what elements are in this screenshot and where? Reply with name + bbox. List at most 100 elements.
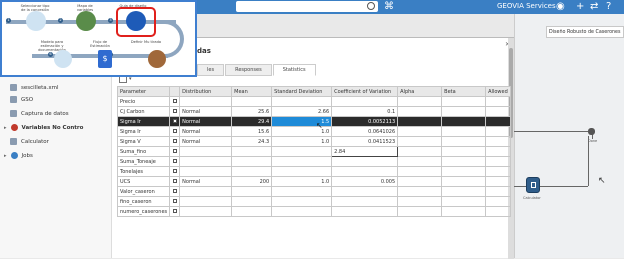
compass-icon[interactable]: ◉ xyxy=(556,0,565,14)
nav-item-gso[interactable]: GSO xyxy=(10,96,33,103)
step-number-badge[interactable]: 3 xyxy=(108,18,113,23)
distribution-cell[interactable] xyxy=(179,96,233,107)
row-checkbox[interactable] xyxy=(172,159,177,163)
cv-cell[interactable]: 0.0411523 xyxy=(331,136,399,147)
calculator-icon xyxy=(531,182,536,188)
param-cell[interactable]: Sigma Ir xyxy=(116,116,171,127)
row-checkbox[interactable] xyxy=(172,169,177,173)
step-number-badge[interactable]: 1 xyxy=(6,18,11,23)
column-header[interactable]: Distribution xyxy=(179,86,233,97)
search-input[interactable] xyxy=(236,1,378,12)
column-header[interactable]: Mean xyxy=(231,86,273,97)
table-row[interactable]: numero_caserones xyxy=(116,206,511,217)
row-checkbox[interactable] xyxy=(172,209,177,213)
param-cell[interactable]: UCS xyxy=(116,176,171,187)
add-icon[interactable]: + xyxy=(576,0,584,14)
param-cell[interactable]: fino_caseron xyxy=(116,196,171,207)
row-checkbox[interactable] xyxy=(172,129,177,133)
column-header[interactable] xyxy=(169,86,181,97)
end-node[interactable] xyxy=(588,128,595,135)
mean-cell[interactable] xyxy=(231,96,273,107)
mean-cell[interactable]: 29.4 xyxy=(231,116,273,127)
param-cell[interactable]: Sigma Ir xyxy=(116,126,171,137)
column-header[interactable]: Parameter xyxy=(116,86,171,97)
table-row[interactable]: Cj Carbon Normal 25.6 2.66 0.1 xyxy=(116,106,511,117)
step-define-image[interactable] xyxy=(148,50,166,68)
column-header[interactable]: Beta xyxy=(441,86,487,97)
param-cell[interactable]: numero_caserones xyxy=(116,206,171,217)
services-menu[interactable]: GEOVIA Services ▾ xyxy=(497,2,561,10)
column-header[interactable]: Coefficient of Variation xyxy=(331,86,399,97)
column-header[interactable]: Alpha xyxy=(397,86,443,97)
mean-cell[interactable]: 24.3 xyxy=(231,136,273,147)
tab-statistics[interactable]: Statistics xyxy=(272,64,316,76)
param-cell[interactable]: Suma_fino xyxy=(116,146,171,157)
distribution-cell[interactable]: Normal xyxy=(179,106,233,117)
row-checkbox[interactable] xyxy=(172,199,177,203)
sd-cell[interactable]: 2.66 xyxy=(271,106,333,117)
param-cell[interactable]: Tonelajes xyxy=(116,166,171,177)
help-icon[interactable]: ? xyxy=(606,0,611,14)
row-checkbox[interactable] xyxy=(172,109,177,113)
row-checkbox[interactable] xyxy=(172,179,177,183)
nav-item-scilleta[interactable]: sescilleta.xml xyxy=(10,84,59,91)
column-header[interactable]: Allowed xyxy=(485,86,511,97)
row-checkbox[interactable] xyxy=(172,149,177,153)
mean-cell[interactable]: 15.6 xyxy=(231,126,273,137)
step-number-badge[interactable]: 6 xyxy=(48,52,53,57)
table-row-selected[interactable]: Sigma Ir Normal 29.4 1.5 0.0052113 xyxy=(116,116,511,127)
column-header[interactable]: Standard Deviation xyxy=(271,86,333,97)
param-cell[interactable]: Precio xyxy=(116,96,171,107)
tab-responses[interactable]: Responses xyxy=(225,64,272,76)
chevron-right-icon[interactable]: ▸ xyxy=(4,125,7,131)
table-row[interactable]: Suma_Toneaje xyxy=(116,156,511,167)
search-icon[interactable] xyxy=(367,2,375,10)
cv-cell[interactable]: 0.0052113 xyxy=(331,116,399,127)
mean-cell[interactable]: 200 xyxy=(231,176,273,187)
cv-cell[interactable]: 0.1 xyxy=(331,106,399,117)
nav-item-calculator[interactable]: Calculator xyxy=(10,138,49,145)
sd-cell[interactable] xyxy=(271,96,333,107)
toolbar-checkbox[interactable] xyxy=(119,76,127,83)
tab-variables[interactable]: les xyxy=(197,64,225,76)
param-cell[interactable]: Valor_caseron xyxy=(116,186,171,197)
cv-cell[interactable]: 0.005 xyxy=(331,176,399,187)
calculator-node[interactable] xyxy=(526,177,540,193)
row-checkbox[interactable] xyxy=(172,189,177,193)
chevron-right-icon[interactable]: ▸ xyxy=(4,153,7,159)
table-row[interactable]: Sigma Ir Normal 15.6 1.0 0.0641026 xyxy=(116,126,511,137)
table-row[interactable]: Tonelajes xyxy=(116,166,511,177)
cv-cell[interactable]: 0.0641026 xyxy=(331,126,399,137)
step-select-image[interactable] xyxy=(26,11,46,31)
param-cell[interactable]: Sigma V xyxy=(116,136,171,147)
nav-item-variables[interactable]: ▸ Variables No Contro xyxy=(4,124,83,131)
table-row[interactable]: Sigma V Normal 24.3 1.0 0.0411523 xyxy=(116,136,511,147)
distribution-cell[interactable]: Normal xyxy=(179,116,233,127)
value-edit-field[interactable]: 2.84 xyxy=(331,146,399,157)
nav-item-jobs[interactable]: ▸ Jobs xyxy=(4,152,33,159)
distribution-cell[interactable]: Normal xyxy=(179,176,233,187)
table-row[interactable]: Precio xyxy=(116,96,511,107)
row-checkbox[interactable] xyxy=(172,139,177,143)
sd-cell[interactable]: 1.0 xyxy=(271,136,333,147)
sd-cell[interactable]: 1.0 xyxy=(271,176,333,187)
param-cell[interactable]: Cj Carbon xyxy=(116,106,171,117)
param-cell[interactable]: Suma_Toneaje xyxy=(116,156,171,167)
step-model-image[interactable] xyxy=(54,50,72,68)
distribution-cell[interactable]: Normal xyxy=(179,136,233,147)
step-variables-map-image[interactable] xyxy=(76,11,96,31)
table-row[interactable]: UCS Normal 200 1.0 0.005 xyxy=(116,176,511,187)
row-checkbox[interactable] xyxy=(172,119,177,123)
row-checkbox[interactable] xyxy=(172,99,177,103)
table-row[interactable]: Valor_caseron xyxy=(116,186,511,197)
distribution-cell[interactable]: Normal xyxy=(179,126,233,137)
tag-icon[interactable]: ⌘ xyxy=(384,0,394,14)
step-number-badge[interactable]: 2 xyxy=(58,18,63,23)
document-icon[interactable]: $ xyxy=(98,50,112,68)
share-icon[interactable]: ⇄ xyxy=(590,0,598,14)
nav-item-captura[interactable]: Captura de datos xyxy=(10,110,69,117)
mean-cell[interactable]: 25.6 xyxy=(231,106,273,117)
table-row[interactable]: fino_caseron xyxy=(116,196,511,207)
table-row[interactable]: Suma_fino 2.84 xyxy=(116,146,511,157)
cv-cell[interactable] xyxy=(331,96,399,107)
